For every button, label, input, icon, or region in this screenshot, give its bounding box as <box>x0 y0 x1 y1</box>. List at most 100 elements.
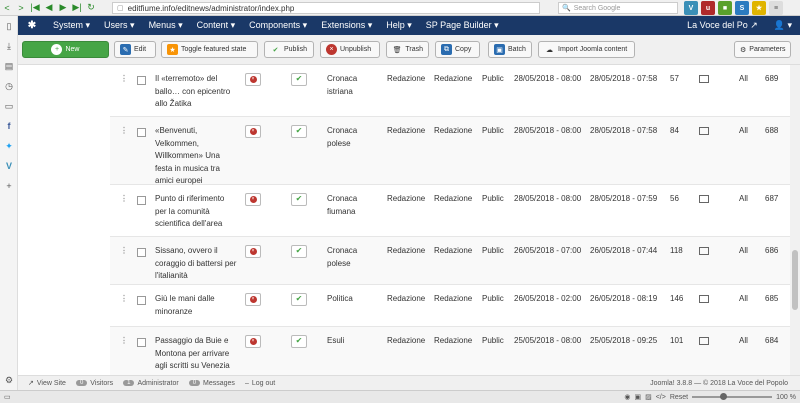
featured-toggle[interactable]: ✔ <box>291 193 307 206</box>
row-checkbox[interactable] <box>137 248 146 257</box>
menu-sp-page-builder[interactable]: SP Page Builder ▾ <box>419 20 506 31</box>
zoom-slider-knob[interactable] <box>720 393 728 400</box>
featured-toggle[interactable]: ✔ <box>291 73 307 86</box>
view-site-link[interactable]: ↗ View Site <box>28 379 66 388</box>
article-category[interactable]: Cronaca polese <box>327 245 382 270</box>
administrator-link[interactable]: 1 Administrator <box>123 380 179 387</box>
drag-handle-icon[interactable]: ⋮ <box>120 293 128 306</box>
facebook-icon[interactable]: f <box>3 120 15 132</box>
back-icon[interactable]: < <box>0 1 14 15</box>
drag-handle-icon[interactable]: ⋮ <box>120 193 128 206</box>
featured-toggle[interactable]: ✔ <box>291 245 307 258</box>
extension-green-icon[interactable]: ■ <box>718 1 732 15</box>
menu-menus[interactable]: Menus ▾ <box>142 20 190 31</box>
article-category[interactable]: Esuli <box>327 335 382 348</box>
article-title[interactable]: «Benvenuti, Velkommen, Willkommen» Una f… <box>155 125 237 188</box>
next-icon[interactable]: ▶ <box>56 1 70 15</box>
menu-system[interactable]: System ▾ <box>46 20 97 31</box>
article-title[interactable]: Sissano, ovvero il coraggio di battersi … <box>155 245 237 283</box>
panel-toggle-icon[interactable]: ▭ <box>4 393 11 401</box>
article-author[interactable]: Redazione <box>387 293 425 306</box>
notes-icon[interactable]: ▤ <box>3 60 15 72</box>
article-category[interactable]: Cronaca polese <box>327 125 382 150</box>
row-checkbox[interactable] <box>137 128 146 137</box>
article-author[interactable]: Redazione <box>387 73 425 86</box>
ublock-icon[interactable]: u <box>701 1 715 15</box>
first-icon[interactable]: |◀ <box>28 1 42 15</box>
download-icon[interactable]: ⤓ <box>3 40 15 52</box>
article-category[interactable]: Politica <box>327 293 382 306</box>
status-toggle[interactable]: × <box>245 73 261 86</box>
article-author[interactable]: Redazione <box>387 193 425 206</box>
address-bar[interactable]: ▢ editfiume.info/editnews/administrator/… <box>112 2 540 14</box>
menu-users[interactable]: Users ▾ <box>97 20 142 31</box>
menu-extensions[interactable]: Extensions ▾ <box>314 20 379 31</box>
visitors-link[interactable]: 0 Visitors <box>75 380 113 387</box>
status-toggle[interactable]: × <box>245 245 261 258</box>
code-icon[interactable]: </> <box>656 394 666 401</box>
drag-handle-icon[interactable]: ⋮ <box>120 125 128 138</box>
article-title[interactable]: Passaggio da Buie e Montona per arrivare… <box>155 335 237 373</box>
article-author[interactable]: Redazione <box>387 125 425 138</box>
previous-icon[interactable]: ◀ <box>42 1 56 15</box>
featured-toggle[interactable]: ✔ <box>291 125 307 138</box>
menu-help[interactable]: Help ▾ <box>379 20 419 31</box>
history-icon[interactable]: ◷ <box>3 80 15 92</box>
batch-button[interactable]: ▣ Batch <box>488 41 532 58</box>
parameters-button[interactable]: ⚙ Parameters <box>734 41 791 58</box>
menu-icon[interactable]: ≡ <box>769 1 783 15</box>
featured-toggle[interactable]: ✔ <box>291 335 307 348</box>
search-input[interactable]: 🔍 Search Google <box>558 2 678 14</box>
joomla-logo-icon[interactable]: ✱ <box>18 20 46 31</box>
import-joomla-button[interactable]: ☁ Import Joomla content <box>538 41 635 58</box>
row-checkbox[interactable] <box>137 338 146 347</box>
images-icon[interactable]: ▨ <box>645 393 652 401</box>
vivaldi-icon[interactable]: V <box>3 160 15 172</box>
bookmark-icon[interactable]: ▯ <box>3 20 15 32</box>
status-toggle[interactable]: × <box>245 335 261 348</box>
article-title[interactable]: Il «terremoto» del ballo… con epicentro … <box>155 73 237 111</box>
user-menu[interactable]: 👤 ▾ <box>774 20 792 31</box>
unpublish-button[interactable]: × Unpublish <box>320 41 380 58</box>
toggle-featured-button[interactable]: ★ Toggle featured state <box>161 41 258 58</box>
row-checkbox[interactable] <box>137 296 146 305</box>
drag-handle-icon[interactable]: ⋮ <box>120 245 128 258</box>
article-author[interactable]: Redazione <box>387 335 425 348</box>
article-title[interactable]: Giù le mani dalle minoranze <box>155 293 237 318</box>
panel-icon[interactable]: ▭ <box>3 100 15 112</box>
row-checkbox[interactable] <box>137 196 146 205</box>
menu-content[interactable]: Content ▾ <box>190 20 243 31</box>
status-toggle[interactable]: × <box>245 293 261 306</box>
status-toggle[interactable]: × <box>245 193 261 206</box>
logout-link[interactable]: – Log out <box>245 380 275 387</box>
drag-handle-icon[interactable]: ⋮ <box>120 335 128 348</box>
reload-icon[interactable]: ↻ <box>84 1 98 15</box>
trash-button[interactable]: 🗑 Trash <box>386 41 429 58</box>
zoom-slider[interactable] <box>692 393 773 400</box>
page-scrollbar[interactable] <box>790 65 800 375</box>
article-category[interactable]: Cronaca fiumana <box>327 193 382 218</box>
vpn-icon[interactable]: V <box>684 1 698 15</box>
forward-icon[interactable]: > <box>14 1 28 15</box>
article-title[interactable]: Punto di riferimento per la comunità sci… <box>155 193 237 231</box>
edit-button[interactable]: ✎ Edit <box>114 41 156 58</box>
drag-handle-icon[interactable]: ⋮ <box>120 73 128 86</box>
site-link[interactable]: La Voce del Po ↗ <box>687 20 758 31</box>
new-button[interactable]: + New <box>22 41 109 58</box>
messages-link[interactable]: 0 Messages <box>188 380 235 387</box>
add-panel-icon[interactable]: + <box>3 180 15 192</box>
menu-components[interactable]: Components ▾ <box>242 20 314 31</box>
article-category[interactable]: Cronaca istriana <box>327 73 382 98</box>
copy-button[interactable]: ⧉ Copy <box>435 41 480 58</box>
last-icon[interactable]: ▶| <box>70 1 84 15</box>
row-checkbox[interactable] <box>137 76 146 85</box>
featured-toggle[interactable]: ✔ <box>291 293 307 306</box>
zoom-reset-button[interactable]: Reset <box>670 394 688 401</box>
publish-button[interactable]: ✔ Publish <box>264 41 314 58</box>
settings-icon[interactable]: ⚙ <box>3 374 15 386</box>
article-author[interactable]: Redazione <box>387 245 425 258</box>
extension-yellow-icon[interactable]: ★ <box>752 1 766 15</box>
extension-blue-icon[interactable]: S <box>735 1 749 15</box>
camera-icon[interactable]: ◉ <box>624 393 630 401</box>
tiling-icon[interactable]: ▣ <box>634 393 641 401</box>
